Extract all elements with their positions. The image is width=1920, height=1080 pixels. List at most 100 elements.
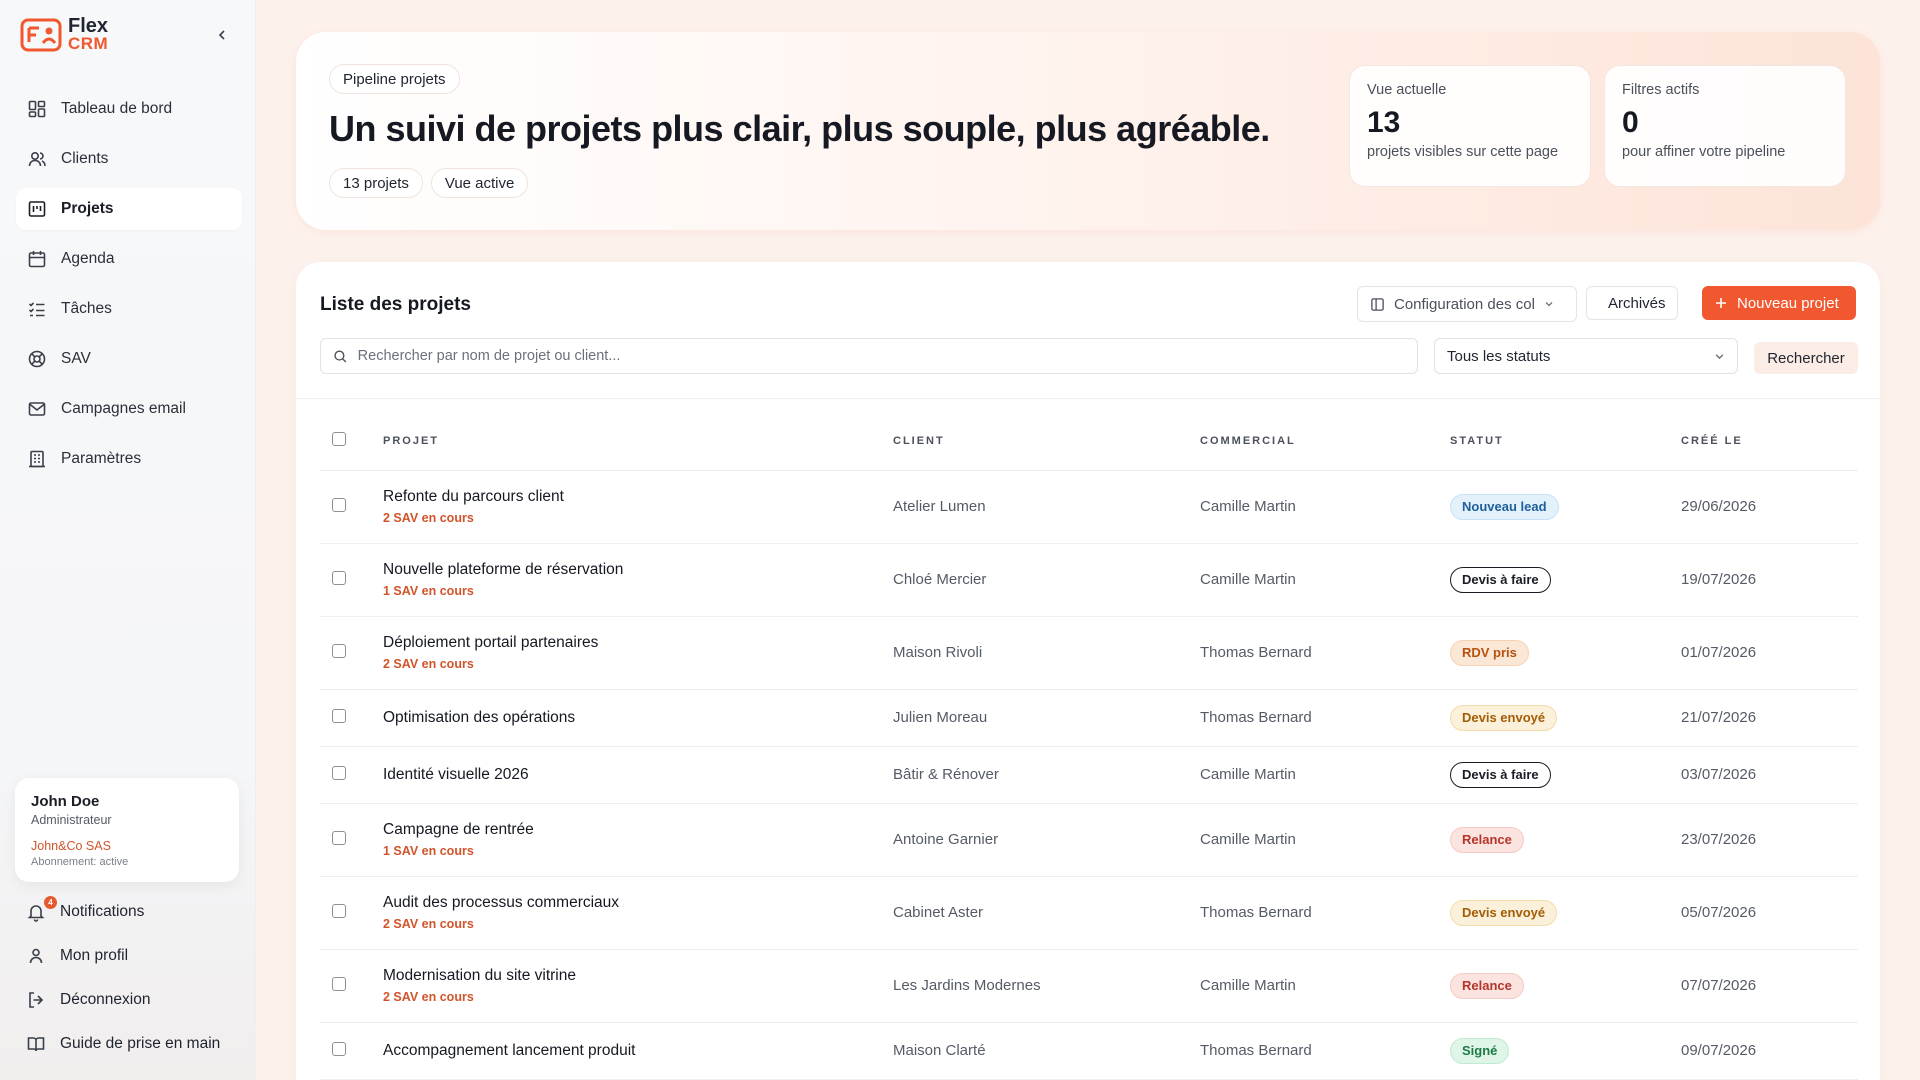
chevron-down-icon	[1715, 353, 1724, 359]
sidebar-item-taches[interactable]: Tâches	[16, 288, 242, 330]
project-cell: Campagne de rentrée 1 SAV en cours	[383, 803, 893, 877]
project-name-link[interactable]: Accompagnement lancement produit	[383, 1042, 893, 1060]
sav-count-link[interactable]: 2 SAV en cours	[383, 917, 893, 931]
dashboard-icon	[28, 100, 46, 118]
guide-link[interactable]: Guide de prise en main	[26, 1022, 246, 1066]
table-row[interactable]: Modernisation du site vitrine 2 SAV en co…	[320, 949, 1858, 1023]
notifications-link[interactable]: 4 Notifications	[26, 890, 246, 934]
active-view-pill: Vue active	[430, 168, 529, 198]
row-check-cell	[320, 876, 383, 950]
row-checkbox[interactable]	[332, 497, 346, 512]
table-row[interactable]: Nouvelle plateforme de réservation 1 SAV …	[320, 543, 1858, 617]
sav-count-link[interactable]: 1 SAV en cours	[383, 844, 893, 858]
sav-count-link[interactable]: 2 SAV en cours	[383, 990, 893, 1004]
col-header-client[interactable]: CLIENT	[893, 412, 1200, 471]
logout-link[interactable]: Déconnexion	[26, 978, 246, 1022]
status-badge: Devis envoyé	[1450, 899, 1558, 926]
sav-count-link[interactable]: 2 SAV en cours	[383, 511, 893, 525]
project-cell: Refonte du parcours client 2 SAV en cours	[383, 470, 893, 544]
table-row[interactable]: Audit des processus commerciaux 2 SAV en …	[320, 876, 1858, 950]
commercial-cell: Camille Martin	[1200, 803, 1450, 877]
sidebar-item-agenda[interactable]: Agenda	[16, 238, 242, 280]
row-checkbox[interactable]	[332, 643, 346, 658]
row-checkbox[interactable]	[332, 903, 346, 918]
sidebar-item-campagnes-email[interactable]: Campagnes email	[16, 388, 242, 430]
project-name-link[interactable]: Refonte du parcours client	[383, 488, 893, 506]
table-header-row: PROJET CLIENT COMMERCIAL STATUT CRÉÉ LE	[320, 412, 1858, 471]
table-row[interactable]: Optimisation des opérations Julien Moreau…	[320, 689, 1858, 747]
search-button[interactable]: Rechercher	[1754, 342, 1858, 374]
profile-link[interactable]: Mon profil	[26, 934, 246, 978]
archives-button[interactable]: Archivés	[1586, 286, 1678, 320]
support-icon	[28, 350, 46, 368]
col-header-status[interactable]: STATUT	[1450, 412, 1681, 471]
status-filter-select[interactable]: Tous les statuts	[1434, 338, 1738, 374]
archives-label: Archivés	[1608, 294, 1666, 312]
sidebar-item-label: Projets	[61, 200, 114, 217]
stat-value: 0	[1622, 106, 1639, 139]
select-all-checkbox[interactable]	[332, 432, 346, 447]
stat-label: Vue actuelle	[1367, 82, 1447, 98]
sidebar-item-dashboard[interactable]: Tableau de bord	[16, 88, 242, 130]
row-checkbox[interactable]	[332, 765, 346, 780]
hero-tag: Pipeline projets	[329, 64, 460, 94]
client-cell: Les Jardins Modernes	[893, 949, 1200, 1023]
table-row[interactable]: Accompagnement lancement produit Maison C…	[320, 1022, 1858, 1080]
created-date-cell: 21/07/2026	[1681, 689, 1858, 747]
project-name-link[interactable]: Modernisation du site vitrine	[383, 967, 893, 985]
created-date-cell: 19/07/2026	[1681, 543, 1858, 617]
collapse-sidebar-button[interactable]	[212, 25, 232, 45]
table-row[interactable]: Déploiement portail partenaires 2 SAV en …	[320, 616, 1858, 690]
project-name-link[interactable]: Optimisation des opérations	[383, 709, 893, 727]
project-name-link[interactable]: Campagne de rentrée	[383, 821, 893, 839]
sidebar-item-projets[interactable]: Projets	[16, 188, 242, 230]
search-field[interactable]	[320, 338, 1418, 374]
row-checkbox[interactable]	[332, 1041, 346, 1056]
sav-count-link[interactable]: 1 SAV en cours	[383, 584, 893, 598]
user-name: John Doe	[31, 793, 100, 810]
profile-label: Mon profil	[60, 947, 129, 964]
project-name-link[interactable]: Audit des processus commerciaux	[383, 894, 893, 912]
row-checkbox[interactable]	[332, 708, 346, 723]
select-all-cell	[320, 412, 383, 471]
row-checkbox[interactable]	[332, 976, 346, 991]
project-cell: Modernisation du site vitrine 2 SAV en co…	[383, 949, 893, 1023]
table-row[interactable]: Identité visuelle 2026 Bâtir & Rénover Cam…	[320, 746, 1858, 804]
table-row[interactable]: Campagne de rentrée 1 SAV en cours Antoine…	[320, 803, 1858, 877]
commercial-cell: Thomas Bernard	[1200, 1022, 1450, 1080]
project-name-link[interactable]: Nouvelle plateforme de réservation	[383, 561, 893, 579]
status-cell: Devis à faire	[1450, 543, 1681, 617]
column-config-button[interactable]: Configuration des col	[1357, 286, 1577, 322]
sidebar-item-clients[interactable]: Clients	[16, 138, 242, 180]
sidebar-bottom-links: 4 Notifications Mon profil Déconnexion G…	[26, 890, 246, 1066]
new-project-button[interactable]: Nouveau projet	[1702, 286, 1856, 320]
status-badge: RDV pris	[1450, 639, 1529, 666]
app-logo[interactable]: Flex CRM	[20, 16, 108, 52]
stat-value: 13	[1367, 106, 1401, 139]
col-header-created[interactable]: CRÉÉ LE	[1681, 412, 1858, 471]
sidebar-item-parametres[interactable]: Paramètres	[16, 438, 242, 480]
table-row[interactable]: Refonte du parcours client 2 SAV en cours…	[320, 470, 1858, 544]
col-header-project[interactable]: PROJET	[383, 412, 893, 471]
status-cell: Devis envoyé	[1450, 689, 1681, 747]
sav-count-link[interactable]: 2 SAV en cours	[383, 657, 893, 671]
commercial-cell: Camille Martin	[1200, 470, 1450, 544]
col-header-commercial[interactable]: COMMERCIAL	[1200, 412, 1450, 471]
project-name-link[interactable]: Déploiement portail partenaires	[383, 634, 893, 652]
client-cell: Maison Rivoli	[893, 616, 1200, 690]
user-role: Administrateur	[31, 813, 112, 827]
stat-label: Filtres actifs	[1622, 82, 1700, 98]
status-cell: RDV pris	[1450, 616, 1681, 690]
row-checkbox[interactable]	[332, 830, 346, 845]
user-card[interactable]: John Doe Administrateur John&Co SAS Abon…	[15, 778, 239, 882]
search-input[interactable]	[357, 348, 1405, 364]
client-cell: Maison Clarté	[893, 1022, 1200, 1080]
client-cell: Atelier Lumen	[893, 470, 1200, 544]
page-title: Un suivi de projets plus clair, plus sou…	[329, 108, 1270, 149]
sidebar-item-sav[interactable]: SAV	[16, 338, 242, 380]
row-checkbox[interactable]	[332, 570, 346, 585]
status-badge: Devis à faire	[1450, 566, 1551, 593]
user-company: John&Co SAS	[31, 839, 111, 853]
project-name-link[interactable]: Identité visuelle 2026	[383, 766, 893, 784]
hero-banner: Pipeline projets Un suivi de projets plu…	[296, 32, 1880, 230]
